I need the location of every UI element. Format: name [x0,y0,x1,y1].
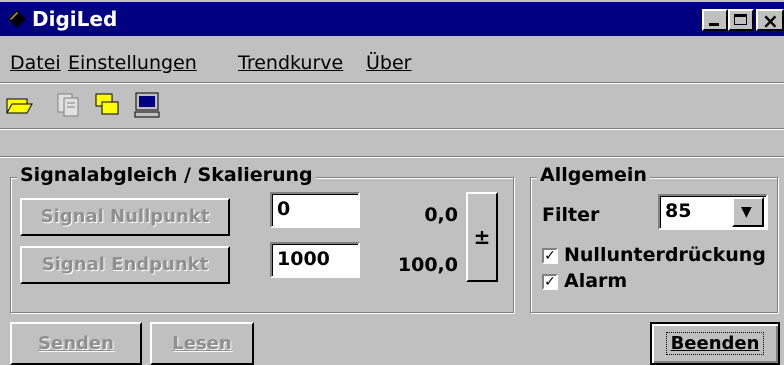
monitor-icon[interactable] [132,90,162,120]
general-group-legend: Allgemein [537,164,650,186]
maximize-button[interactable] [728,9,754,31]
check-icon: ✓ [544,274,556,290]
menu-trendkurve[interactable]: Trendkurve [238,52,343,74]
signal-group-legend: Signalabgleich / Skalierung [17,164,316,186]
toolbar-separator [0,128,784,130]
menu-datei[interactable]: Datei [10,52,61,74]
filter-label: Filter [542,204,600,226]
menu-ueber[interactable]: Über [366,52,411,74]
beenden-button[interactable]: Beenden [650,322,780,365]
copy-folder-icon[interactable] [92,90,122,120]
signal-nullpunkt-button[interactable]: Signal Nullpunkt [20,198,230,236]
app-icon [8,10,26,28]
nullunterdrueckung-checkbox[interactable]: ✓ [542,248,558,264]
beenden-label: Beenden [665,332,765,355]
check-icon: ✓ [544,248,556,264]
endpunkt-input[interactable]: 1000 [270,242,360,278]
alarm-label: Alarm [564,270,628,292]
document-icon[interactable] [54,90,84,120]
open-folder-icon[interactable] [4,90,34,120]
app-window: DigiLed × Datei Einstellungen Trendkurve… [0,0,784,365]
signal-endpunkt-button[interactable]: Signal Endpunkt [20,246,230,284]
menu-einstellungen[interactable]: Einstellungen [68,52,197,74]
minimize-icon [709,23,719,26]
nullunterdrueckung-label: Nullunterdrückung [564,244,766,266]
menu-separator [0,82,784,84]
window-title: DigiLed [32,7,118,31]
senden-button[interactable]: Senden [10,322,142,365]
maximize-icon [734,14,747,25]
alarm-checkbox[interactable]: ✓ [542,274,558,290]
chevron-down-icon: ▼ [741,204,752,220]
filter-select[interactable]: 85 ▼ [658,194,768,230]
filter-dropdown-button[interactable]: ▼ [732,197,764,227]
lesen-button[interactable]: Lesen [150,322,254,365]
minimize-button[interactable] [702,9,728,31]
filter-value: 85 [665,200,692,222]
plusminus-button[interactable]: ± [466,192,498,282]
close-icon: × [762,9,779,33]
nullpunkt-value: 0,0 [424,204,458,226]
nullpunkt-input[interactable]: 0 [270,192,360,228]
title-bar[interactable]: DigiLed × [0,2,784,36]
endpunkt-value: 100,0 [397,254,458,276]
status-separator [0,156,784,158]
close-window-button[interactable]: × [756,9,784,33]
